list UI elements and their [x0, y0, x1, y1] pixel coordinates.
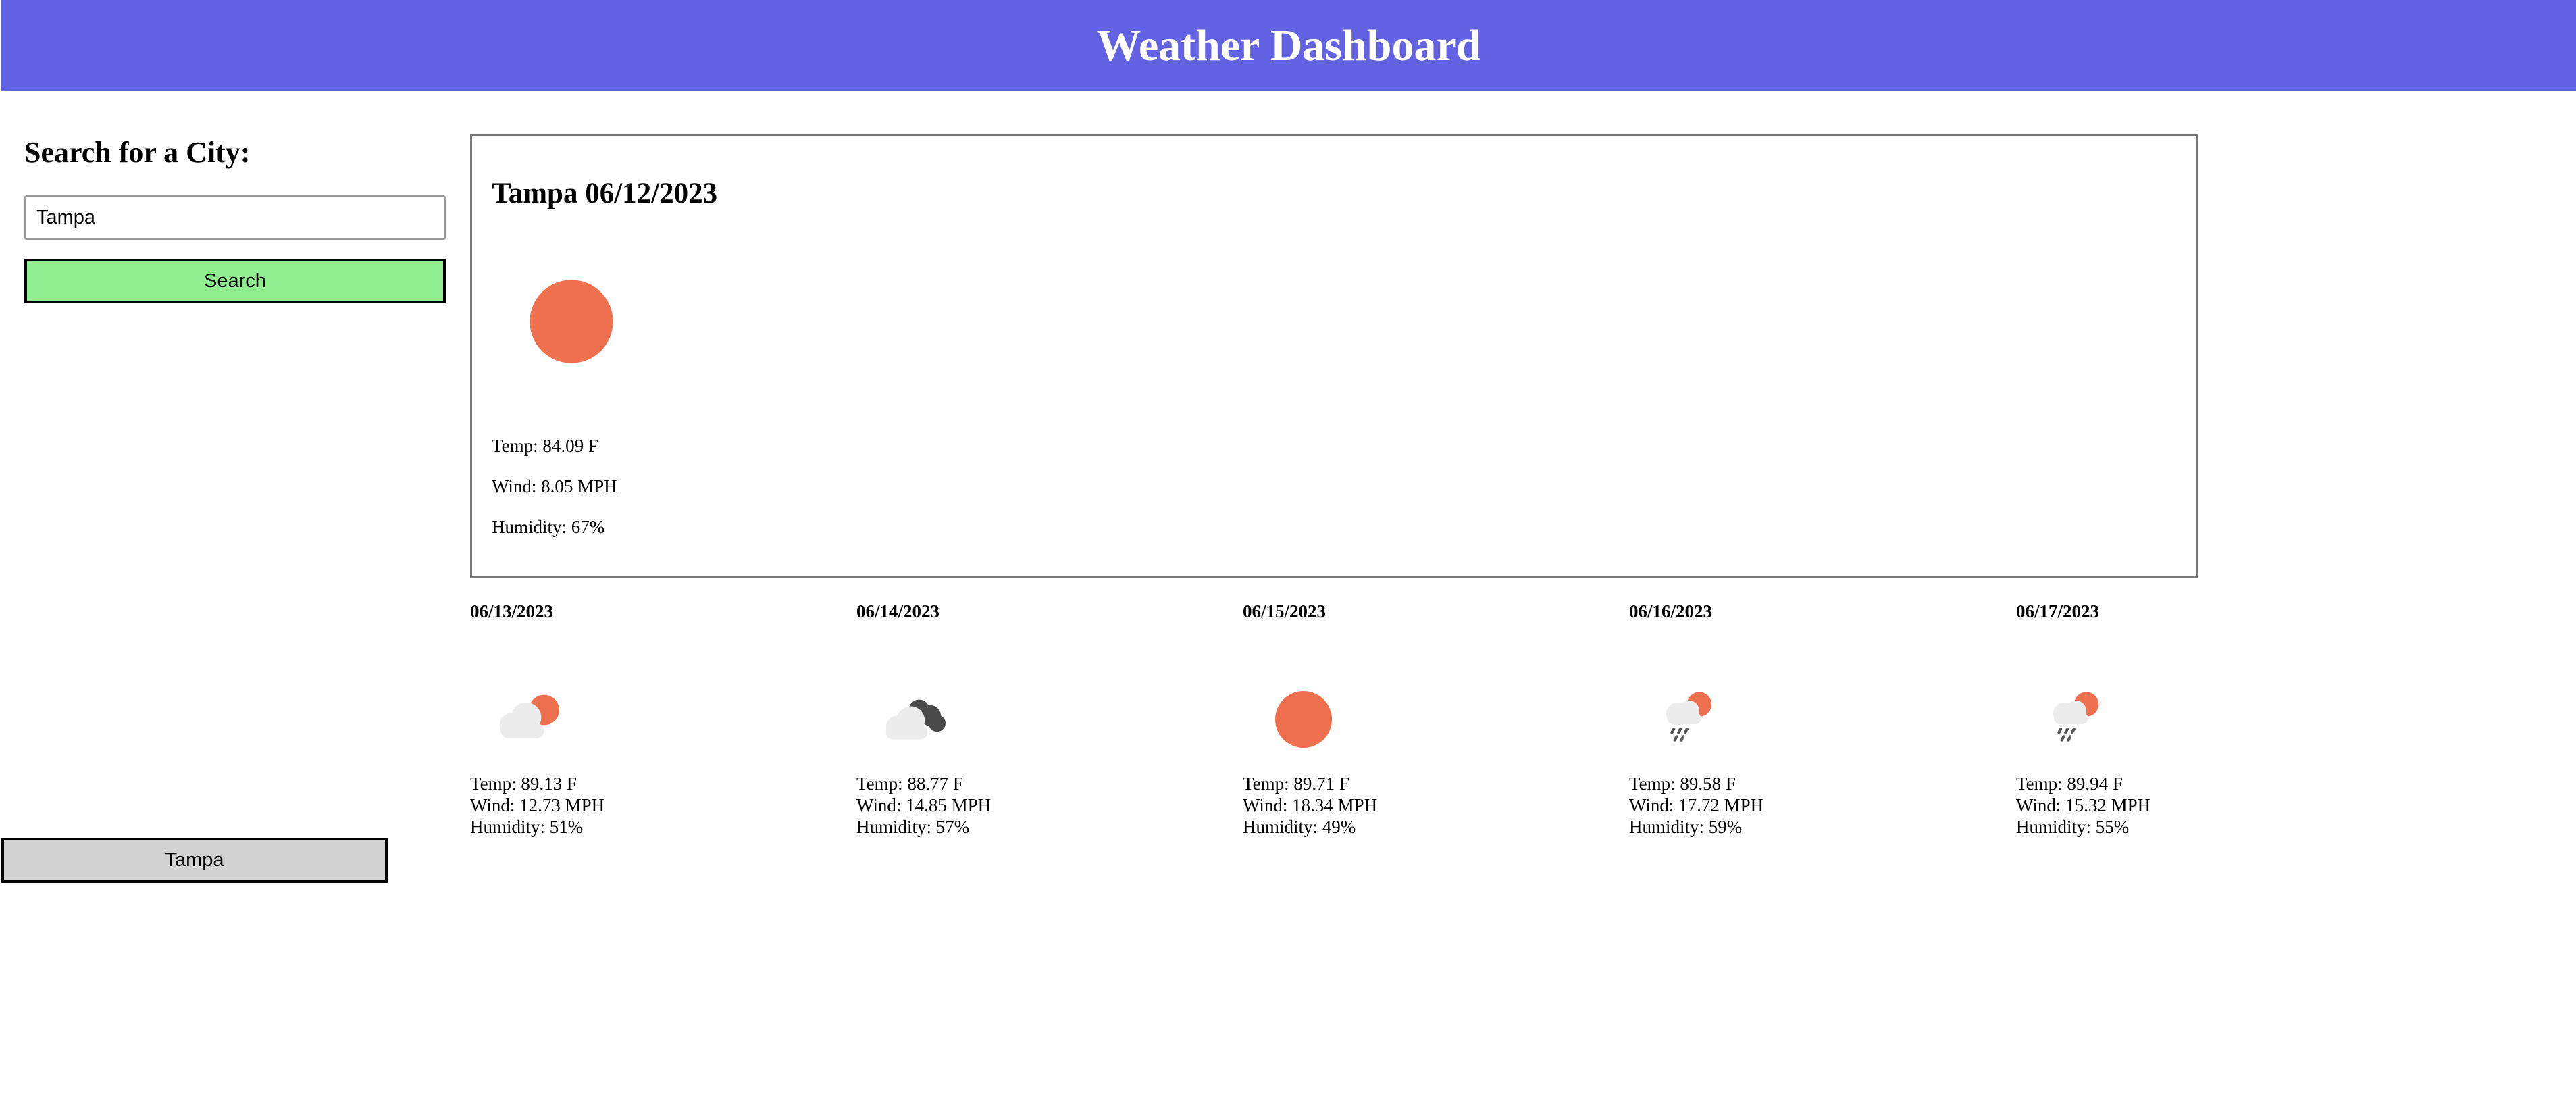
forecast-date: 06/15/2023	[1243, 601, 1326, 621]
current-wind: Wind: 8.05 MPH	[492, 476, 617, 497]
forecast-temp: Temp: 89.13 F	[470, 773, 577, 794]
page-title: Weather Dashboard	[1096, 20, 1481, 70]
forecast-wind: Wind: 18.34 MPH	[1243, 795, 1378, 815]
forecast-date: 06/16/2023	[1629, 601, 1713, 621]
forecast-wind: Wind: 15.32 MPH	[2016, 795, 2151, 815]
sun-icon	[530, 280, 613, 363]
sun-icon	[1275, 691, 1332, 748]
forecast-wind: Wind: 14.85 MPH	[856, 795, 991, 815]
forecast-temp: Temp: 89.71 F	[1243, 773, 1349, 794]
forecast-temp: Temp: 88.77 F	[856, 773, 963, 794]
forecast-day-3: 06/15/2023 Temp: 89.71 F Wind: 18.34 MPH…	[1243, 601, 1526, 844]
current-humidity: Humidity: 67%	[492, 517, 605, 537]
forecast-day-4: 06/16/2023 Temp: 89.58 F Wind: 17.72 MPH…	[1629, 601, 1913, 844]
forecast-date: 06/13/2023	[470, 601, 554, 621]
forecast-temp: Temp: 89.58 F	[1629, 773, 1736, 794]
rain-sun-icon	[1666, 692, 1712, 742]
page-header: Weather Dashboard	[1, 0, 2576, 91]
city-search-input[interactable]	[24, 195, 446, 240]
forecast-humidity: Humidity: 55%	[2016, 817, 2130, 837]
forecast-day-5: 06/17/2023 Temp: 89.94 F Wind: 15.32 MPH…	[2016, 601, 2300, 844]
search-button[interactable]: Search	[24, 259, 446, 303]
partly-cloudy-icon	[499, 694, 559, 738]
search-heading: Search for a City:	[24, 136, 251, 169]
forecast-date: 06/14/2023	[856, 601, 940, 621]
history-button-tampa[interactable]: Tampa	[1, 838, 388, 883]
forecast-humidity: Humidity: 57%	[856, 817, 970, 837]
cloudy-icon	[885, 699, 946, 740]
forecast-day-2: 06/14/2023 Temp: 88.77 F Wind: 14.85 MPH…	[856, 601, 1140, 844]
rain-sun-icon	[2053, 692, 2099, 742]
forecast-date: 06/17/2023	[2016, 601, 2100, 621]
forecast-humidity: Humidity: 49%	[1243, 817, 1356, 837]
forecast-wind: Wind: 17.72 MPH	[1629, 795, 1764, 815]
forecast-wind: Wind: 12.73 MPH	[470, 795, 605, 815]
current-temp: Temp: 84.09 F	[492, 436, 598, 456]
sun-disc	[530, 280, 613, 363]
forecast-temp: Temp: 89.94 F	[2016, 773, 2123, 794]
current-weather-card: Tampa 06/12/2023 Temp: 84.09 F Wind: 8.0…	[470, 134, 2198, 578]
forecast-humidity: Humidity: 51%	[470, 817, 584, 837]
forecast-day-1: 06/13/2023 Temp: 89.13 F Wind: 12.73 MPH…	[470, 601, 754, 844]
current-city-date: Tampa 06/12/2023	[492, 178, 718, 209]
forecast-humidity: Humidity: 59%	[1629, 817, 1743, 837]
